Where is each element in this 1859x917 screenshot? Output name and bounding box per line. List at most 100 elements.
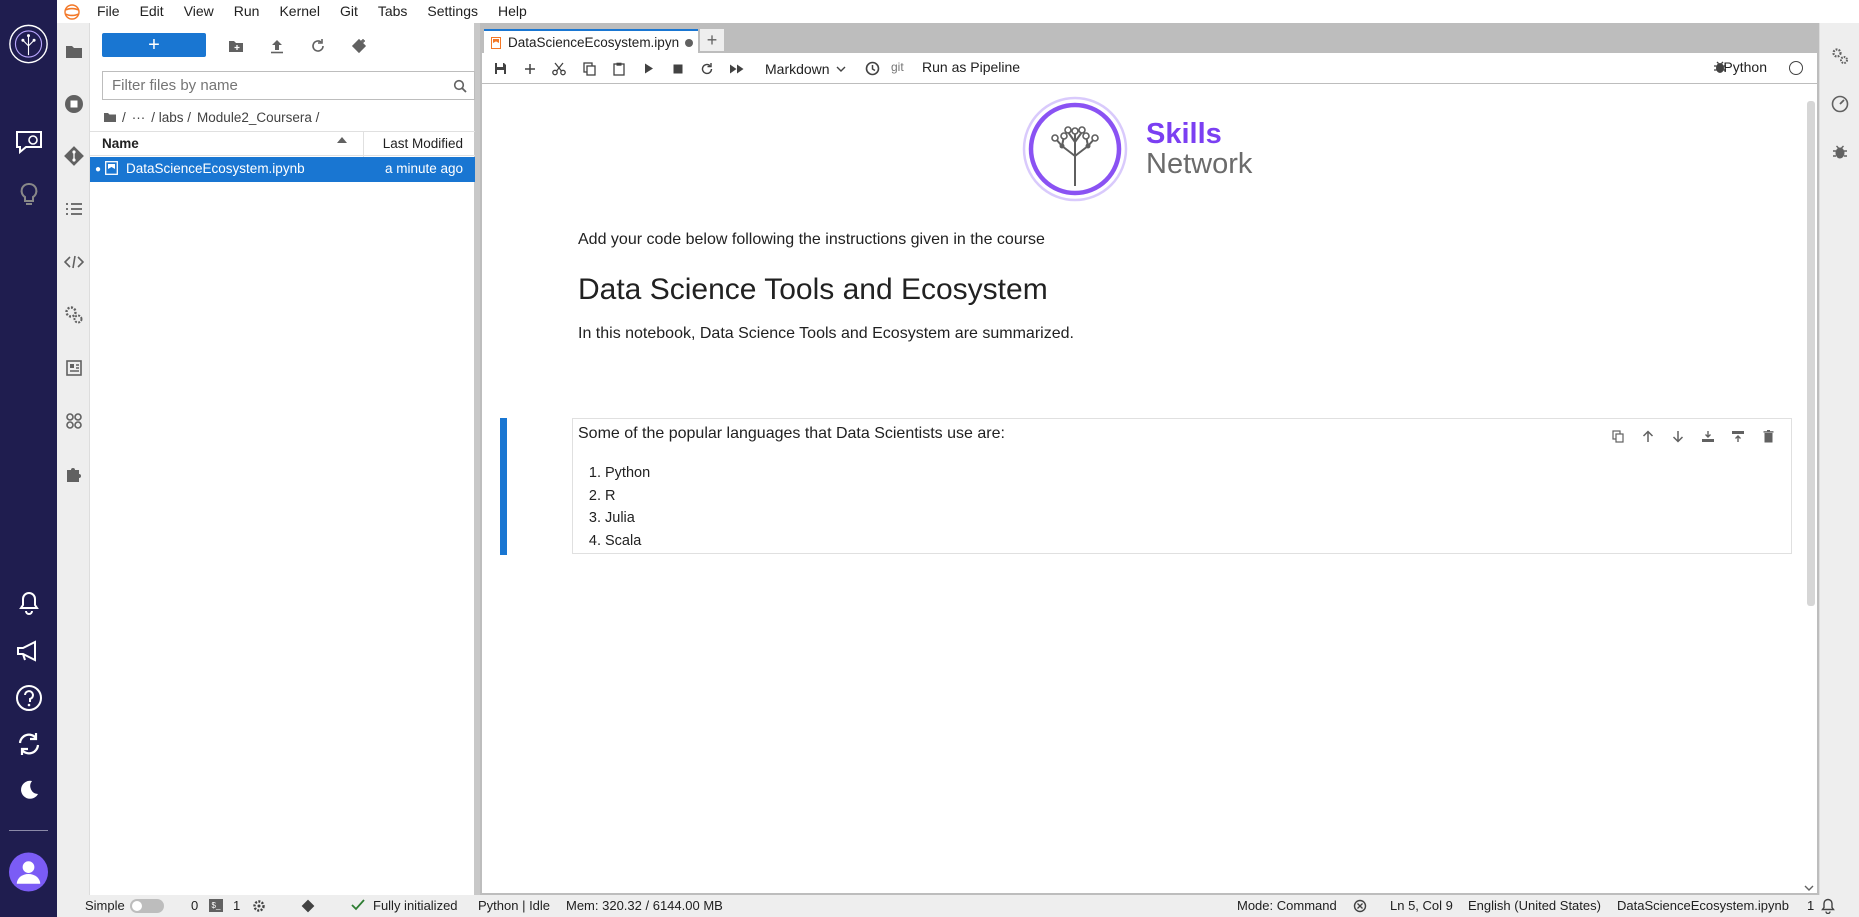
run-as-pipeline-button[interactable]: Run as Pipeline — [922, 59, 1020, 75]
notebook-toolbar: Markdown git Run as Pipeline Python — [482, 53, 1817, 84]
run-cell-play-icon[interactable] — [636, 56, 662, 81]
menu-view[interactable]: View — [174, 0, 224, 23]
notebook-cells: Skills Network Add your code below follo… — [482, 85, 1817, 893]
property-inspector-icon[interactable] — [1820, 38, 1859, 74]
notification-bell-icon[interactable] — [8, 584, 49, 622]
git-clone-icon[interactable] — [346, 33, 372, 59]
menu-kernel[interactable]: Kernel — [269, 0, 329, 23]
scroll-down-arrow-icon[interactable] — [1804, 885, 1814, 891]
chat-icon[interactable] — [8, 123, 49, 161]
copy-icon[interactable] — [576, 56, 602, 81]
new-launcher-button[interactable]: + — [102, 33, 206, 57]
column-name-header[interactable]: Name — [102, 136, 139, 151]
check-status-icon — [351, 899, 365, 911]
upload-icon[interactable] — [264, 33, 290, 59]
kernel-name-button[interactable]: Python — [1723, 59, 1767, 75]
file-filter-search — [102, 71, 475, 100]
refresh-icon[interactable] — [8, 725, 49, 763]
tab-notebook[interactable]: DataScienceEcosystem.ipyn — [484, 29, 698, 54]
add-tab-button[interactable]: + — [700, 29, 724, 51]
component-catalog-icon[interactable] — [57, 350, 90, 386]
user-avatar-icon[interactable] — [8, 850, 49, 894]
git-branch-icon[interactable] — [301, 899, 315, 913]
insert-cell-plus-icon[interactable] — [517, 56, 543, 81]
tab-label: DataScienceEcosystem.ipyn — [508, 35, 680, 50]
column-divider[interactable] — [363, 132, 364, 157]
kernel-status[interactable]: Python | Idle — [478, 898, 550, 913]
property-inspector-gears-icon[interactable] — [57, 297, 90, 333]
cursor-position[interactable]: Ln 5, Col 9 — [1390, 898, 1453, 913]
list-item: Scala — [605, 530, 650, 553]
insert-cell-below-icon[interactable] — [1723, 425, 1753, 447]
notebook-heading: Data Science Tools and Ecosystem — [578, 273, 1048, 306]
menu-run[interactable]: Run — [224, 0, 270, 23]
chevron-down-icon — [836, 66, 846, 72]
delete-cell-trash-icon[interactable] — [1753, 425, 1783, 447]
file-browser: + / ··· / labs / Module2_Coursera / Name — [90, 23, 475, 895]
menu-file[interactable]: File — [87, 0, 130, 23]
menu-settings[interactable]: Settings — [417, 0, 488, 23]
column-last-modified-header[interactable]: Last Modified — [383, 136, 463, 151]
puzzle-extension-icon[interactable] — [57, 456, 90, 492]
cut-scissors-icon[interactable] — [546, 56, 572, 81]
no-errors-icon[interactable] — [1353, 899, 1367, 913]
insert-cell-above-icon[interactable] — [1693, 425, 1723, 447]
lightbulb-icon[interactable] — [8, 176, 49, 214]
extension-catalog-icon[interactable] — [57, 403, 90, 439]
git-diff-button[interactable]: git — [891, 60, 904, 74]
table-of-contents-icon[interactable] — [57, 191, 90, 227]
folder-icon[interactable] — [57, 33, 90, 69]
skills-network-tree-logo-icon — [1022, 96, 1128, 202]
app-rail — [0, 0, 57, 917]
restart-run-all-fast-forward-icon[interactable] — [724, 56, 750, 81]
language-setting[interactable]: English (United States) — [1468, 898, 1601, 913]
refresh-file-list-icon[interactable] — [305, 33, 331, 59]
simple-mode-toggle[interactable] — [130, 899, 164, 913]
active-markdown-cell[interactable]: Some of the popular languages that Data … — [572, 418, 1792, 554]
cell-collapser[interactable] — [500, 418, 507, 555]
notification-count[interactable]: 1 — [1807, 898, 1814, 913]
breadcrumb-module2-coursera[interactable]: Module2_Coursera / — [197, 110, 319, 125]
megaphone-icon[interactable] — [8, 632, 49, 670]
interrupt-stop-icon[interactable] — [665, 56, 691, 81]
debugger-panel-bug-icon[interactable] — [1820, 134, 1859, 170]
menu-tabs[interactable]: Tabs — [368, 0, 418, 23]
menu-git[interactable]: Git — [330, 0, 368, 23]
paste-clipboard-icon[interactable] — [606, 56, 632, 81]
restart-kernel-icon[interactable] — [694, 56, 720, 81]
new-folder-icon[interactable] — [223, 33, 249, 59]
unsaved-dot-icon[interactable] — [685, 38, 694, 47]
clock-history-icon[interactable] — [859, 56, 885, 81]
intro-text: Add your code below following the instru… — [578, 231, 1045, 248]
breadcrumb-labs[interactable]: / labs / — [151, 110, 191, 125]
menu-edit[interactable]: Edit — [130, 0, 174, 23]
code-snippets-icon[interactable] — [57, 244, 90, 280]
skills-network-logo-icon[interactable] — [8, 21, 49, 67]
breadcrumb-ellipsis[interactable]: ··· — [132, 110, 146, 125]
help-icon[interactable] — [8, 679, 49, 717]
list-item: Python — [605, 462, 650, 485]
cell-type-dropdown[interactable]: Markdown — [765, 59, 852, 79]
notebook-mode[interactable]: Mode: Command — [1237, 898, 1337, 913]
duplicate-cell-icon[interactable] — [1603, 425, 1633, 447]
resource-usage-gauge-icon[interactable] — [1820, 86, 1859, 122]
lsp-gear-icon[interactable] — [252, 899, 266, 913]
status-bell-icon[interactable] — [1821, 898, 1835, 914]
breadcrumb-home-folder-icon[interactable] — [104, 110, 116, 125]
kernels-count[interactable]: 1 — [233, 898, 240, 913]
terminals-count[interactable]: 0 — [191, 898, 198, 913]
breadcrumb-root[interactable]: / — [122, 110, 126, 125]
file-filter-input[interactable] — [103, 72, 446, 99]
running-sessions-icon[interactable] — [57, 86, 90, 122]
notebook-panel: Markdown git Run as Pipeline Python Skil… — [482, 53, 1817, 893]
move-up-arrow-icon[interactable] — [1633, 425, 1663, 447]
lsp-status[interactable]: Fully initialized — [373, 898, 458, 913]
file-list-item[interactable]: ● DataScienceEcosystem.ipynb a minute ag… — [90, 157, 475, 182]
save-icon[interactable] — [487, 56, 513, 81]
move-down-arrow-icon[interactable] — [1663, 425, 1693, 447]
file-browser-toolbar: + — [90, 23, 475, 68]
dark-mode-moon-icon[interactable] — [8, 771, 49, 809]
git-icon[interactable] — [57, 138, 90, 174]
menu-help[interactable]: Help — [488, 0, 537, 23]
notebook-scrollbar[interactable] — [1807, 101, 1815, 606]
